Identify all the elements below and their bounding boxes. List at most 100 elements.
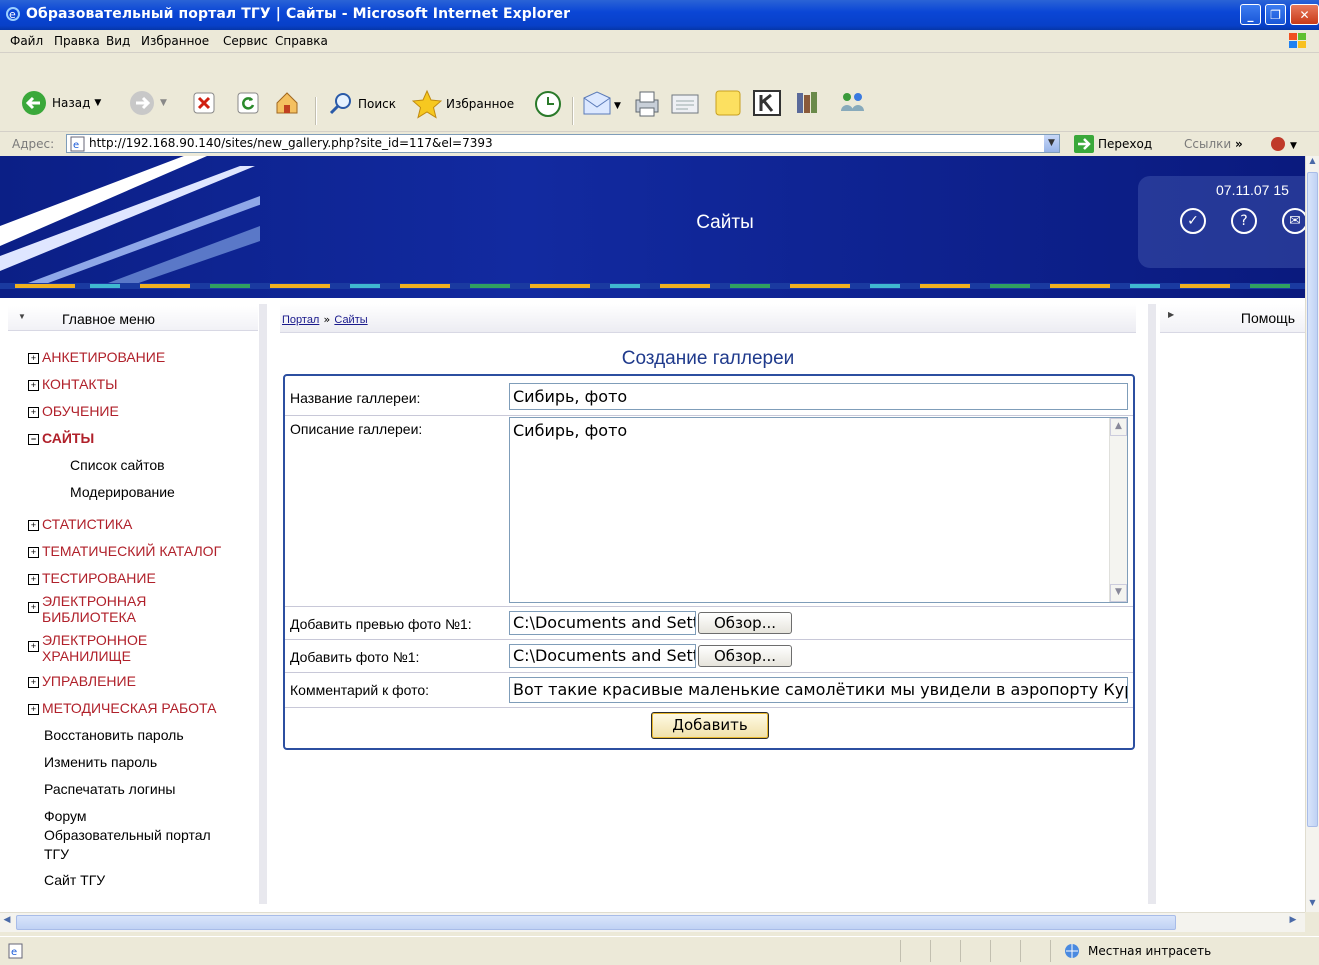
photo-browse-button[interactable]: Обзор... [698,645,792,667]
menu-edit[interactable]: Правка [54,34,100,48]
stop-icon[interactable] [193,92,215,114]
go-button[interactable]: Переход [1074,135,1152,153]
horizontal-scrollbar[interactable]: ◀ ▶ [0,912,1305,932]
menu-bar: Файл Правка Вид Избранное Сервис Справка [0,30,1319,53]
gallery-name-input[interactable]: Сибирь, фото [509,383,1128,410]
mail-icon[interactable] [582,90,612,118]
help-icon[interactable]: ? [1231,208,1257,234]
page-status-icon: e [8,943,23,959]
search-label: Поиск [358,97,397,111]
restore-password-link[interactable]: Восстановить пароль [44,727,184,744]
search-button[interactable]: Поиск [328,91,396,117]
forum-link[interactable]: Форум [44,808,87,825]
preview-browse-button[interactable]: Обзор... [698,612,792,634]
print-icon[interactable] [632,90,662,118]
forward-button[interactable]: ▼ [128,89,167,117]
links-label[interactable]: Ссылки » [1184,137,1243,151]
address-url: http://192.168.90.140/sites/new_gallery.… [89,136,493,150]
menu-section-sites[interactable]: − САЙТЫ [28,430,94,446]
menu-help[interactable]: Справка [275,34,328,48]
menu-view[interactable]: Вид [106,34,130,48]
horizontal-scroll-thumb[interactable] [16,915,1176,930]
window-title: Образовательный портал ТГУ | Сайты - Mic… [26,6,571,22]
menu-section-library[interactable]: + ЭЛЕКТРОННАЯ БИБЛИОТЕКА [28,593,146,625]
photo-comment-input[interactable]: Вот такие красивые маленькие самолётики … [509,677,1128,703]
menu-section-management[interactable]: + УПРАВЛЕНИЕ [28,673,136,689]
add-button[interactable]: Добавить [651,712,769,739]
address-input[interactable]: e http://192.168.90.140/sites/new_galler… [66,134,1060,153]
portal-link-2[interactable]: ТГУ [44,846,69,863]
right-splitter[interactable] [1148,304,1156,904]
maximize-button[interactable]: ❐ [1265,4,1286,25]
menu-tools[interactable]: Сервис [223,34,268,48]
scroll-right-icon[interactable]: ▶ [1285,915,1301,930]
menu-section-storage[interactable]: + ЭЛЕКТРОННОЕ ХРАНИЛИЩЕ [28,632,147,664]
gallery-description-label: Описание галлереи: [290,421,423,437]
menu-section-education[interactable]: + ОБУЧЕНИЕ [28,403,119,419]
left-splitter[interactable] [259,304,267,904]
search-icon [329,93,351,115]
menu-file[interactable]: Файл [10,34,43,48]
vertical-scrollbar[interactable]: ▲ ▼ [1305,156,1319,912]
breadcrumb-separator: » [323,313,331,326]
main-menu: ▼ Главное меню + АНКЕТИРОВАНИЕ + КОНТАКТЫ … [8,306,258,906]
scroll-left-icon[interactable]: ◀ [0,915,14,930]
back-dropdown-icon: ▼ [94,98,102,108]
scroll-down-icon[interactable]: ▼ [1306,898,1319,912]
refresh-icon[interactable] [237,92,259,114]
help-panel-header[interactable]: ▶ Помощь [1160,304,1305,333]
gallery-description-text: Сибирь, фото [513,421,628,440]
note-icon[interactable] [714,89,742,117]
menu-section-surveys[interactable]: + АНКЕТИРОВАНИЕ [28,349,165,365]
k-app-icon[interactable] [752,89,782,117]
change-password-link[interactable]: Изменить пароль [44,754,157,771]
address-dropdown-icon[interactable]: ▼ [1043,135,1059,152]
gallery-description-textarea[interactable]: Сибирь, фото ▲ ▼ [509,417,1128,603]
expand-icon: + [28,602,39,613]
vertical-scroll-thumb[interactable] [1307,172,1318,827]
textarea-scrollbar[interactable]: ▲ ▼ [1109,418,1127,602]
menu-section-contacts[interactable]: + КОНТАКТЫ [28,376,118,392]
breadcrumb-sites-link[interactable]: Сайты [334,314,367,326]
photo-file-input[interactable]: C:\Documents and Setti [509,644,696,668]
collapse-icon: − [28,434,39,445]
translate-icon[interactable]: ▼ [1270,135,1300,153]
library-icon[interactable] [794,89,824,117]
header-title: Сайты [696,212,754,233]
print-logins-link[interactable]: Распечатать логины [44,781,176,798]
site-header: Сайты 07.11.07 15 ✓ ? ✉ [0,156,1305,298]
edit-icon[interactable] [670,91,700,117]
close-button[interactable]: ✕ [1290,4,1319,25]
menu-favorites[interactable]: Избранное [141,34,209,48]
title-bar: e Образовательный портал ТГУ | Сайты - M… [0,0,1319,30]
mail-icon[interactable]: ✉ [1282,208,1305,234]
history-icon[interactable] [533,89,563,119]
menu-section-statistics[interactable]: + СТАТИСТИКА [28,516,132,532]
expand-icon: + [28,380,39,391]
main-menu-header[interactable]: ▼ Главное меню [8,306,258,331]
check-icon[interactable]: ✓ [1180,208,1206,234]
tgu-site-link[interactable]: Сайт ТГУ [44,872,105,889]
menu-site-list[interactable]: Список сайтов [70,457,165,474]
svg-text:e: e [11,947,17,958]
menu-section-catalog[interactable]: + ТЕМАТИЧЕСКИЙ КАТАЛОГ [28,543,221,559]
menu-section-testing[interactable]: + ТЕСТИРОВАНИЕ [28,570,156,586]
gallery-form: Название галлереи: Сибирь, фото Описание… [283,374,1135,750]
favorites-button[interactable]: Избранное [412,89,514,119]
ie-icon: e [6,7,20,21]
menu-moderation[interactable]: Модерирование [70,484,175,501]
preview-photo-label: Добавить превью фото №1: [290,616,472,632]
home-icon[interactable] [273,89,301,117]
page-viewport: Сайты 07.11.07 15 ✓ ? ✉ ▼ Главное меню +… [0,156,1305,912]
preview-photo-file-input[interactable]: C:\Documents and Setti [509,611,696,635]
minimize-button[interactable]: _ [1240,4,1261,25]
messenger-icon[interactable] [838,89,868,117]
back-button[interactable]: Назад ▼ [20,89,101,117]
scroll-up-icon[interactable]: ▲ [1306,156,1319,170]
portal-link[interactable]: Образовательный портал [44,827,211,844]
menu-section-methodical[interactable]: + МЕТОДИЧЕСКАЯ РАБОТА [28,700,216,716]
header-stripes-graphic [0,156,260,286]
back-arrow-icon [22,91,46,115]
back-label: Назад [52,96,91,110]
breadcrumb-portal-link[interactable]: Портал [282,314,319,326]
